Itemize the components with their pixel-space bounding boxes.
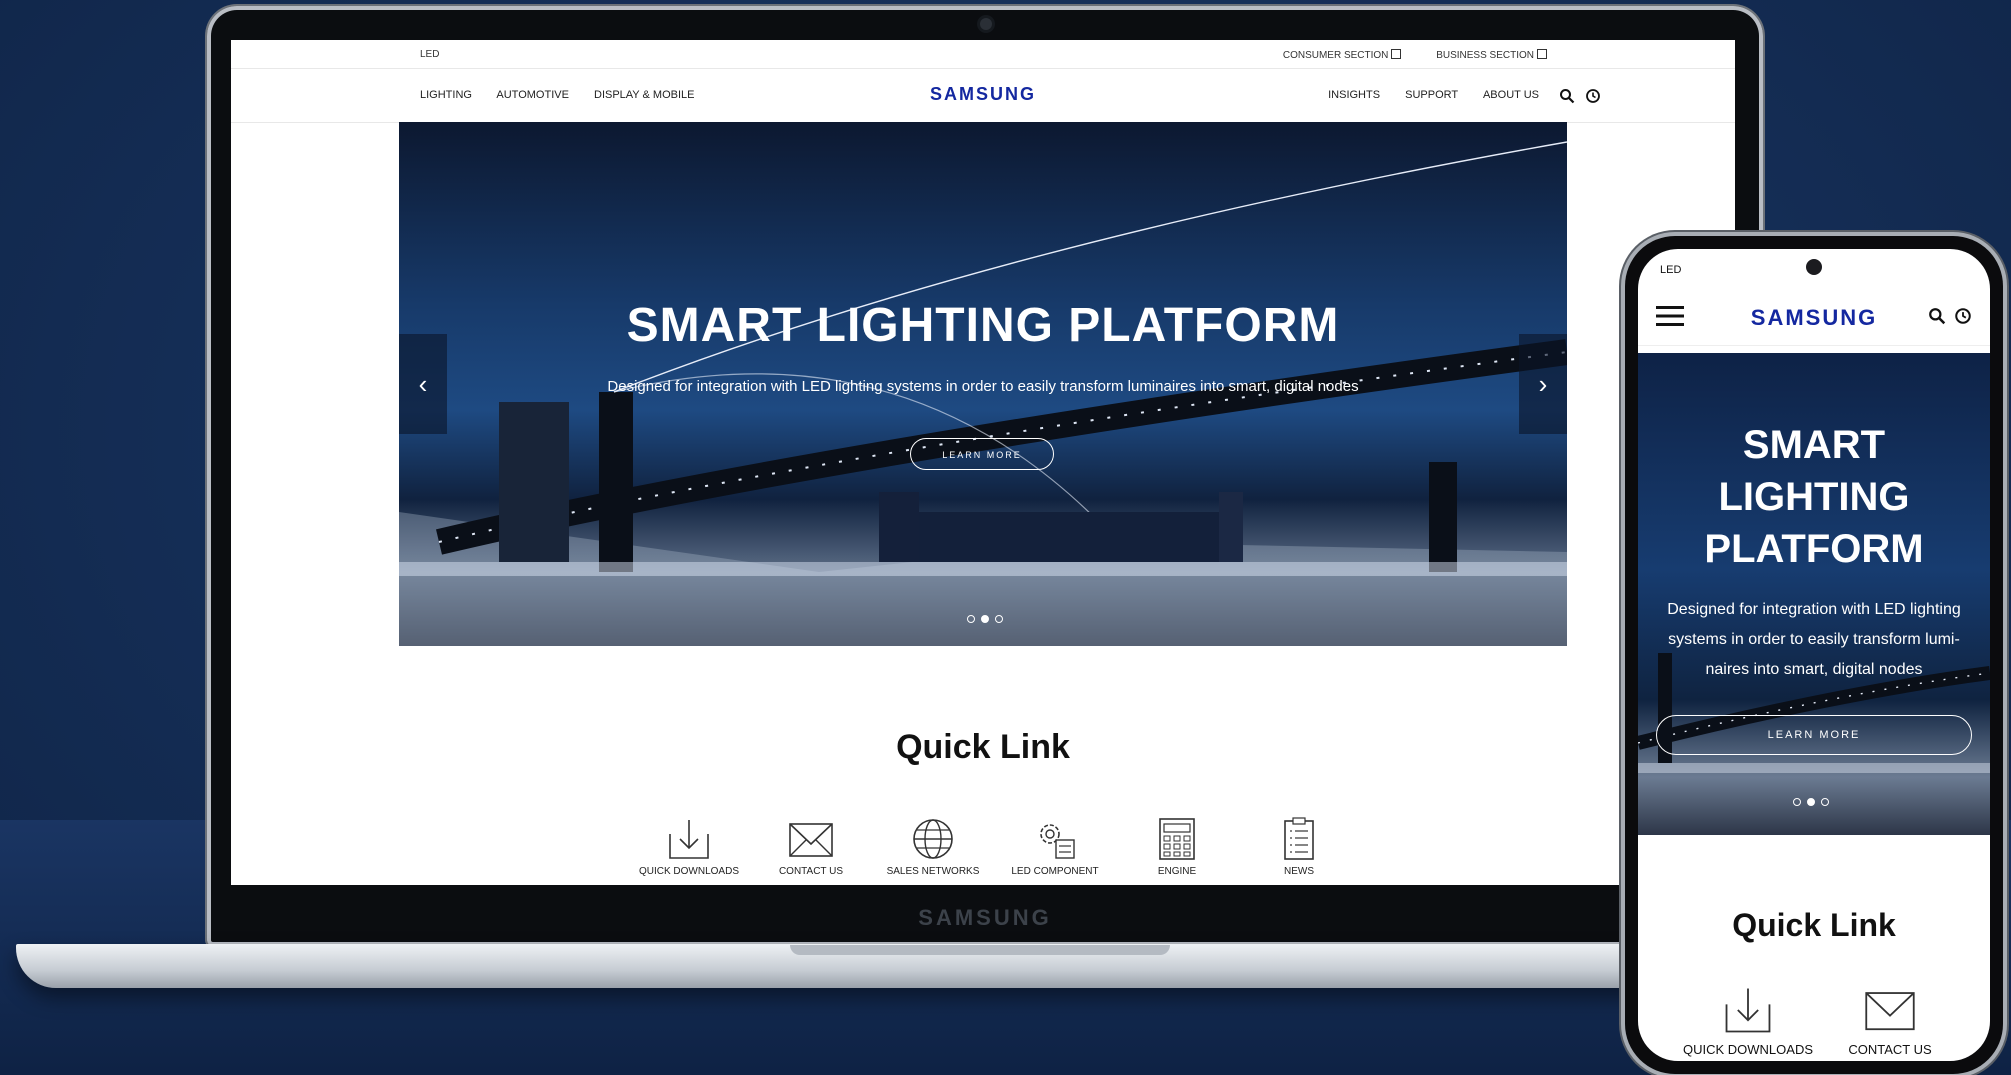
nav-item-automotive[interactable]: AUTOMOTIVE	[496, 89, 569, 101]
quick-link-engine[interactable]: ENGINE	[1117, 816, 1237, 877]
external-link-icon	[1391, 49, 1402, 59]
utility-bar: LED CONSUMER SECTION BUSINESS SECTION	[231, 40, 1735, 69]
search-icon[interactable]	[1559, 88, 1575, 104]
laptop-camera	[980, 18, 992, 30]
phone-quick-link-contact-us[interactable]: CONTACT US	[1810, 984, 1970, 1057]
laptop-brand-label: SAMSUNG	[918, 905, 1052, 930]
phone-hero-title: SMART LIGHTING PLATFORM	[1704, 423, 1924, 571]
carousel-dot[interactable]	[1793, 798, 1801, 806]
carousel-dot-active[interactable]	[1807, 798, 1815, 806]
quick-link-label: SALES NETWORKS	[886, 866, 980, 877]
quick-link-title: Quick Link	[896, 728, 1070, 766]
carousel-dots	[964, 610, 1006, 628]
gear-calculator-icon	[1040, 824, 1075, 859]
nav-item-lighting[interactable]: LIGHTING	[420, 89, 472, 101]
phone-navbar: SAMSUNG	[1638, 287, 1990, 346]
carousel-dot[interactable]	[995, 615, 1003, 623]
quick-link-label: NEWS	[1284, 866, 1314, 877]
history-icon[interactable]	[1585, 88, 1601, 104]
phone-hero: SMART LIGHTING PLATFORM Designed for int…	[1638, 353, 1990, 835]
quick-link-label: QUICK DOWNLOADS	[1682, 1042, 1813, 1057]
phone-led-label: LED	[1660, 264, 1682, 276]
carousel-dot-active[interactable]	[981, 615, 989, 623]
quick-link-led-component[interactable]: LED COMPONENT	[995, 816, 1115, 877]
quick-link-news[interactable]: NEWS	[1239, 816, 1359, 877]
samsung-logo[interactable]: SAMSUNG	[930, 84, 1036, 105]
laptop-screen: LED CONSUMER SECTION BUSINESS SECTION LI…	[231, 40, 1735, 885]
carousel-next-button[interactable]: ›	[1519, 334, 1567, 434]
quick-link-quick-downloads[interactable]: QUICK DOWNLOADS	[629, 816, 749, 877]
phone-camera	[1806, 259, 1822, 275]
quick-link-label: CONTACT US	[1848, 1042, 1932, 1057]
section-links: CONSUMER SECTION BUSINESS SECTION	[1251, 49, 1547, 61]
phone-learn-more-button[interactable]: LEARN MORE	[1656, 715, 1972, 755]
nav-item-about-us[interactable]: ABOUT US	[1483, 89, 1539, 101]
carousel-dot[interactable]	[1821, 798, 1829, 806]
phone-hero-subtitle: Designed for integration with LED lighti…	[1667, 601, 1961, 678]
nav-item-support[interactable]: SUPPORT	[1405, 89, 1458, 101]
learn-more-button[interactable]: LEARN MORE	[910, 438, 1054, 470]
calculator-icon	[1159, 818, 1195, 860]
download-icon	[669, 820, 709, 859]
phone-quick-link-quick-downloads[interactable]: QUICK DOWNLOADS	[1668, 984, 1828, 1057]
quick-link-label: CONTACT US	[778, 866, 844, 877]
nav-item-insights[interactable]: INSIGHTS	[1328, 89, 1380, 101]
download-icon	[1725, 988, 1771, 1033]
led-label: LED	[420, 49, 440, 60]
quick-link-contact-us[interactable]: CONTACT US	[751, 816, 871, 877]
external-link-icon	[1537, 49, 1547, 59]
laptop-notch	[790, 945, 1170, 955]
envelope-icon	[1865, 992, 1915, 1031]
envelope-icon	[789, 823, 833, 857]
phone-quick-link-title: Quick Link	[1732, 907, 1896, 943]
nav-right: INSIGHTS SUPPORT ABOUT US	[1306, 89, 1539, 101]
phone-screen: LED SAMSUNG SMART LIGHTING PLATFORM Desi…	[1638, 249, 1990, 1061]
quick-link-label: ENGINE	[1157, 866, 1197, 877]
main-navbar: LIGHTING AUTOMOTIVE DISPLAY & MOBILE SAM…	[231, 68, 1735, 123]
nav-left: LIGHTING AUTOMOTIVE DISPLAY & MOBILE	[420, 89, 716, 101]
quick-link-sales-networks[interactable]: SALES NETWORKS	[873, 816, 993, 877]
quick-link-label: QUICK DOWNLOADS	[638, 866, 739, 877]
search-icon[interactable]	[1928, 307, 1946, 325]
hero-carousel: SMART LIGHTING PLATFORM Designed for int…	[399, 122, 1567, 646]
phone-carousel-dots	[1790, 793, 1832, 811]
consumer-section-link[interactable]: CONSUMER SECTION	[1267, 49, 1402, 61]
hero-subtitle: Designed for integration with LED lighti…	[607, 378, 1359, 395]
business-section-link[interactable]: BUSINESS SECTION	[1420, 49, 1547, 61]
globe-icon	[913, 819, 953, 859]
hero-title: SMART LIGHTING PLATFORM	[626, 299, 1340, 352]
quick-link-label: LED COMPONENT	[1011, 866, 1099, 877]
carousel-dot[interactable]	[967, 615, 975, 623]
history-icon[interactable]	[1954, 307, 1972, 325]
clipboard-list-icon	[1284, 817, 1314, 860]
nav-item-display-mobile[interactable]: DISPLAY & MOBILE	[594, 89, 694, 101]
carousel-prev-button[interactable]: ‹	[399, 334, 447, 434]
